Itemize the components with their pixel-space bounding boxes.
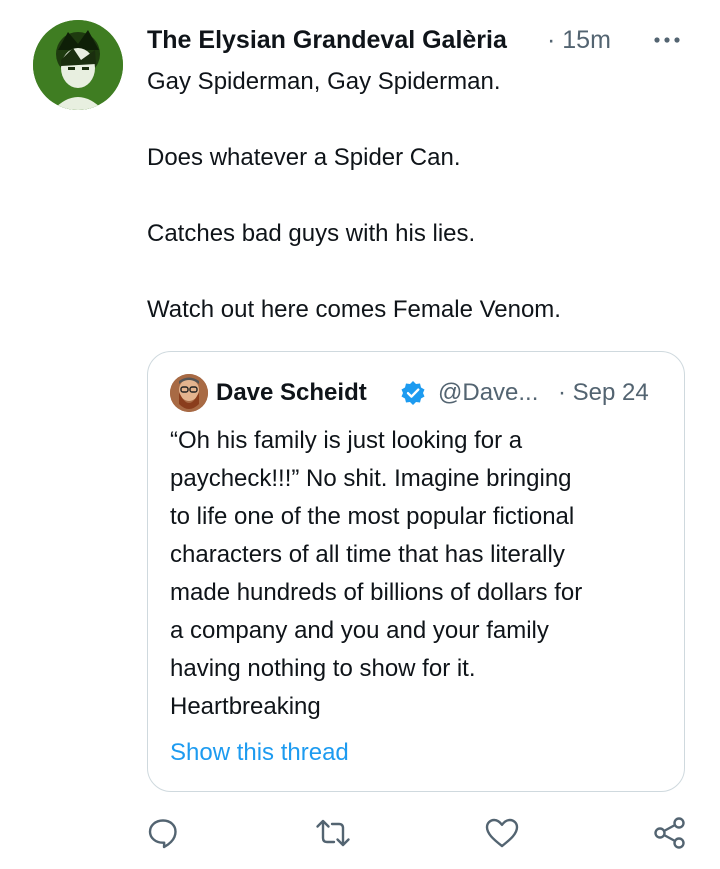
more-icon[interactable] (652, 26, 682, 54)
tweet-header: The Elysian Grandeval Galèria · 15m (147, 24, 697, 58)
verified-badge-icon (400, 380, 426, 406)
quoted-author-handle[interactable]: @Dave... (438, 377, 538, 409)
tweet-line: Catches bad guys with his lies. (147, 220, 476, 247)
reply-icon[interactable] (145, 815, 181, 851)
like-icon[interactable] (484, 815, 520, 851)
share-icon[interactable] (652, 815, 688, 851)
tweet-text: Gay Spiderman, Gay Spiderman. Does whate… (147, 63, 687, 329)
quoted-author-avatar[interactable] (170, 374, 208, 412)
tweet-line: Gay Spiderman, Gay Spiderman. (147, 68, 501, 95)
quoted-line: characters of all time that has literall… (170, 541, 565, 568)
author-avatar[interactable] (33, 20, 123, 110)
quoted-line: made hundreds of billions of dollars for (170, 579, 583, 606)
quoted-line: paycheck!!!” No shit. Imagine bringing (170, 465, 572, 492)
quoted-line: Heartbreaking (170, 693, 321, 720)
tweet-line: Watch out here comes Female Venom. (147, 296, 561, 323)
quoted-author-name[interactable]: Dave Scheidt (216, 377, 367, 409)
retweet-icon[interactable] (315, 815, 351, 851)
tweet-line: Does whatever a Spider Can. (147, 144, 461, 171)
quoted-line: a company and you and your family (170, 617, 549, 644)
tweet-time[interactable]: · 15m (547, 24, 611, 56)
author-name[interactable]: The Elysian Grandeval Galèria (147, 24, 507, 56)
quoted-tweet-date[interactable]: · Sep 24 (558, 377, 649, 409)
quoted-line: “Oh his family is just looking for a (170, 427, 523, 454)
quoted-tweet[interactable]: Dave Scheidt @Dave... · Sep 24 “Oh his f… (147, 351, 685, 792)
quoted-tweet-text: “Oh his family is just looking for a pay… (170, 422, 670, 726)
quoted-line: having nothing to show for it. (170, 655, 476, 682)
quoted-line: to life one of the most popular fictiona… (170, 503, 575, 530)
show-thread-link[interactable]: Show this thread (170, 734, 349, 772)
